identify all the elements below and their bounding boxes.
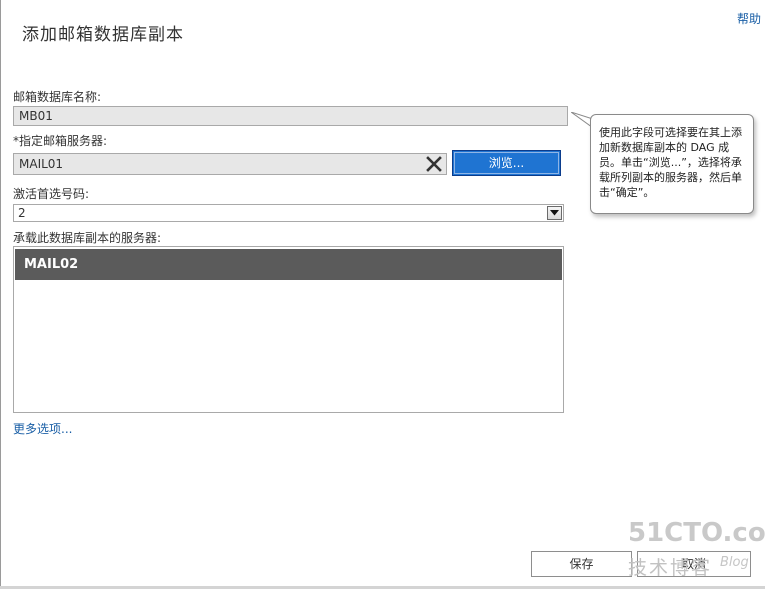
mailbox-server-label: *指定邮箱服务器: [13,134,108,148]
window-left-border [0,0,1,589]
database-name-label: 邮箱数据库名称: [13,90,102,104]
clear-icon[interactable] [424,154,444,174]
activation-preference-label: 激活首选号码: [13,187,90,201]
dialog-title: 添加邮箱数据库副本 [22,25,184,45]
list-item[interactable]: MAIL02 [15,249,562,280]
hosting-servers-list[interactable]: MAIL02 [13,246,564,413]
mailbox-server-field[interactable]: MAIL01 [13,153,447,175]
hosting-servers-label: 承载此数据库副本的服务器: [13,231,162,245]
save-button[interactable]: 保存 [531,551,632,577]
cancel-button[interactable]: 取消 [637,551,751,577]
database-name-field: MB01 [13,106,568,126]
activation-preference-select[interactable]: 2 [13,204,564,222]
activation-preference-value: 2 [18,206,26,220]
chevron-down-icon[interactable] [547,206,562,220]
help-tooltip: 使用此字段可选择要在其上添加新数据库副本的 DAG 成员。单击“浏览...”，选… [590,114,754,214]
browse-button[interactable]: 浏览... [452,150,561,176]
tooltip-text: 使用此字段可选择要在其上添加新数据库副本的 DAG 成员。单击“浏览...”，选… [599,126,742,199]
more-options-link[interactable]: 更多选项... [13,420,72,437]
help-link[interactable]: 帮助 [737,10,761,27]
watermark-main: 51CTO.com [628,518,765,548]
